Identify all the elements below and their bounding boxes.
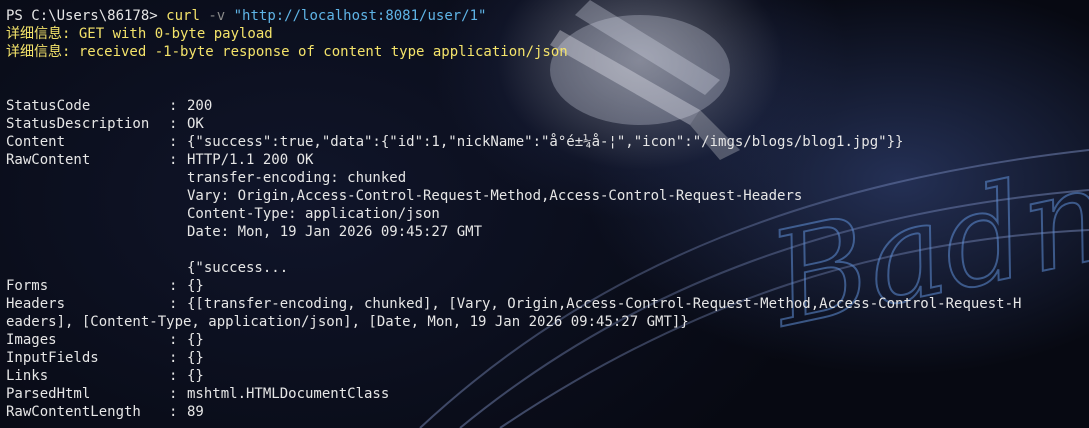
field-value: mshtml.HTMLDocumentClass [187, 386, 390, 402]
raw-content-line: Vary: Origin,Access-Control-Request-Meth… [187, 188, 803, 204]
raw-content-line: {"success... [187, 260, 289, 276]
command-url: "http://localhost:8081/user/1" [233, 8, 487, 24]
field-parsed-html: ParsedHtml: mshtml.HTMLDocumentClass [6, 386, 390, 402]
field-images: Images: {} [6, 332, 204, 348]
field-key: StatusDescription [6, 116, 150, 132]
field-input-fields: InputFields: {} [6, 350, 204, 366]
headers-wrap-line: eaders], [Content-Type, application/json… [6, 314, 689, 330]
field-forms: Forms: {} [6, 278, 204, 294]
field-status-code: StatusCode: 200 [6, 98, 213, 114]
field-key: ParsedHtml [6, 386, 91, 402]
prompt: PS C:\Users\86178> [6, 8, 167, 24]
field-key: RawContentLength [6, 404, 141, 420]
field-key: Content [6, 134, 66, 150]
raw-content-line: transfer-encoding: chunked [187, 170, 407, 186]
field-headers: Headers: {[transfer-encoding, chunked], … [6, 296, 1022, 312]
field-value: 89 [187, 404, 204, 420]
terminal-output: PS C:\Users\86178> curl -v "http://local… [6, 7, 1089, 421]
command-line: PS C:\Users\86178> curl -v "http://local… [6, 7, 1089, 25]
verbose-line: 详细信息: GET with 0-byte payload [6, 26, 273, 42]
field-value: 200 [187, 98, 213, 114]
field-value: {} [187, 332, 204, 348]
raw-content-line: Date: Mon, 19 Jan 2026 09:45:27 GMT [187, 224, 483, 240]
field-value: HTTP/1.1 200 OK [187, 152, 314, 168]
field-status-description: StatusDescription: OK [6, 116, 204, 132]
field-value: {[transfer-encoding, chunked], [Vary, Or… [187, 296, 1022, 312]
terminal-window[interactable]: Badm PS C:\Users\86178> curl -v "http://… [0, 0, 1089, 428]
field-key: StatusCode [6, 98, 91, 114]
field-value: OK [187, 116, 204, 132]
field-value: {} [187, 350, 204, 366]
field-raw-content: RawContent: HTTP/1.1 200 OK [6, 152, 314, 168]
field-links: Links: {} [6, 368, 204, 384]
raw-content-line: Content-Type: application/json [187, 206, 440, 222]
field-value: {} [187, 278, 204, 294]
verbose-line: 详细信息: received -1-byte response of conte… [6, 44, 568, 60]
field-key: InputFields [6, 350, 99, 366]
command-name: curl [166, 8, 200, 24]
field-value: {} [187, 368, 204, 384]
field-content: Content: {"success":true,"data":{"id":1,… [6, 134, 904, 150]
field-key: Images [6, 332, 57, 348]
field-key: RawContent [6, 152, 91, 168]
field-key: Links [6, 368, 49, 384]
field-key: Headers [6, 296, 66, 312]
field-raw-content-length: RawContentLength: 89 [6, 404, 204, 420]
command-flag: -v [208, 8, 226, 24]
field-value: {"success":true,"data":{"id":1,"nickName… [187, 134, 904, 150]
raw-content-line [6, 241, 1089, 259]
field-key: Forms [6, 278, 49, 294]
